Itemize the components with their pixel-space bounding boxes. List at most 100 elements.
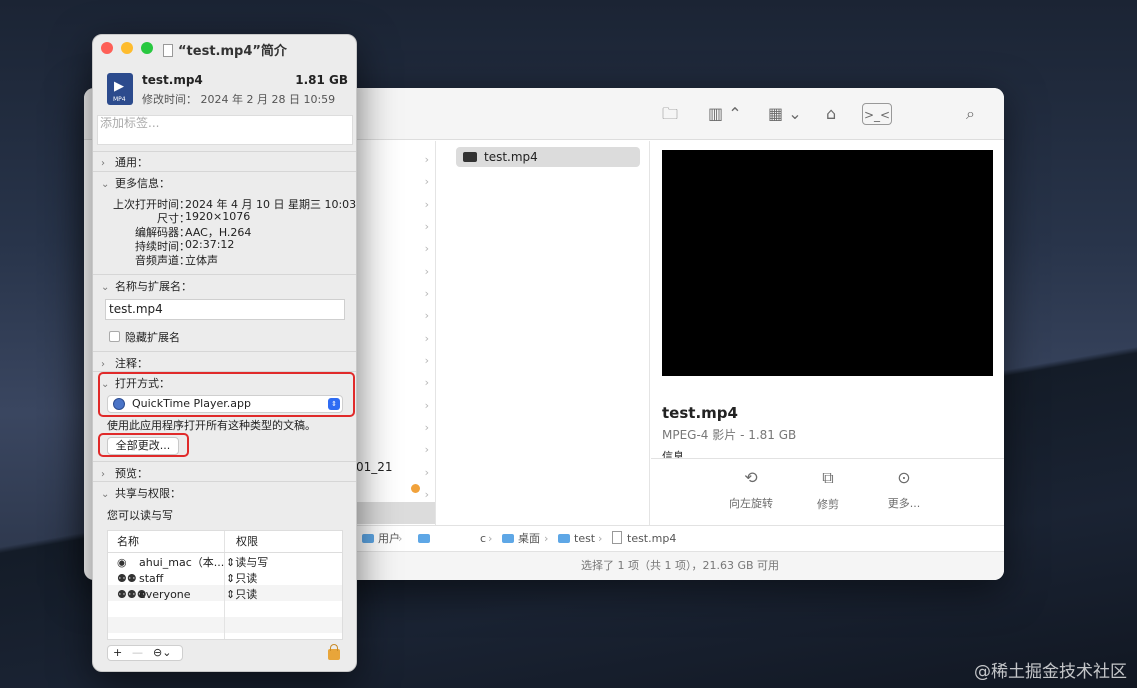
privilege-select[interactable]: ⇕只读 — [226, 571, 257, 587]
file-item-label: test.mp4 — [484, 150, 538, 164]
column-2: test.mp4 — [446, 141, 650, 525]
section-general[interactable]: › 通用： — [101, 154, 148, 170]
open-with-hint: 使用此应用程序打开所有这种类型的文稿。 — [107, 419, 316, 432]
folder-name-partial[interactable]: 01_21 — [356, 460, 393, 474]
title-bar: “test.mp4”简介 — [93, 35, 356, 61]
table-row[interactable]: ⚉⚉ staff ⇕只读 — [108, 571, 342, 587]
modified-date: 修改时间： 2024 年 2 月 28 日 10:59 — [142, 93, 336, 106]
trim-icon: ⧉ — [822, 468, 834, 487]
chevron-right-icon: › — [424, 376, 429, 389]
window-title: “test.mp4”简介 — [163, 40, 287, 59]
preview-file-meta: MPEG-4 影片 - 1.81 GB — [662, 428, 797, 442]
highlight-box — [98, 372, 355, 417]
chevron-right-icon: › — [101, 359, 105, 370]
section-preview[interactable]: › 预览： — [101, 465, 148, 481]
tag-icon[interactable]: ⌂ — [826, 103, 836, 125]
orange-tag-dot — [411, 484, 420, 493]
preview-info-heading: 信息 — [662, 450, 684, 458]
section-divider — [93, 151, 356, 152]
column-view-icon[interactable]: ▥ ⌃ — [708, 103, 742, 125]
checkbox-icon — [109, 331, 120, 342]
video-preview[interactable] — [662, 150, 993, 376]
chevron-down-icon: ⌄ — [101, 179, 110, 190]
action-menu-button[interactable]: ⊖⌄ — [153, 646, 171, 660]
section-divider — [93, 171, 356, 172]
video-file-icon — [463, 152, 477, 162]
chevron-right-icon: › — [101, 469, 105, 480]
privilege-select[interactable]: ⇕读与写 — [226, 555, 268, 571]
permissions-table: 名称 权限 ◉ ahui_mac（本... ⇕读与写 ⚉⚉ staff ⇕只读 … — [107, 530, 343, 640]
tags-input[interactable]: 添加标签... — [97, 115, 353, 145]
selected-folder-row[interactable] — [356, 502, 435, 524]
header-privilege: 权限 — [236, 535, 258, 548]
chevron-right-icon: › — [424, 198, 429, 211]
chevron-right-icon: › — [424, 309, 429, 322]
section-name-ext[interactable]: ⌄ 名称与扩展名： — [101, 278, 192, 294]
chevron-right-icon: › — [424, 332, 429, 345]
path-item-test[interactable]: test — [558, 526, 595, 551]
rotate-left-button[interactable]: ⟲ 向左旋转 — [716, 468, 786, 511]
chevron-right-icon: › — [424, 242, 429, 255]
section-divider — [93, 461, 356, 462]
chevron-right-icon: › — [424, 153, 429, 166]
chevron-right-icon: › — [424, 421, 429, 434]
path-item-users[interactable]: 用户 — [362, 526, 400, 551]
path-separator: › — [488, 532, 493, 545]
privilege-select[interactable]: ⇕只读 — [226, 587, 257, 603]
section-comments[interactable]: › 注释： — [101, 355, 148, 371]
group-view-icon[interactable]: ▦ ⌄ — [768, 103, 802, 125]
add-user-button[interactable]: + — [113, 646, 122, 660]
file-item-selected[interactable]: test.mp4 — [456, 147, 640, 167]
table-row[interactable]: ⚉⚉⚉ everyone ⇕只读 — [108, 587, 342, 603]
file-name: test.mp4 — [142, 73, 203, 87]
section-divider — [93, 481, 356, 482]
chevron-right-icon: › — [424, 220, 429, 233]
table-header: 名称 权限 — [108, 531, 342, 553]
terminal-icon[interactable]: >_< — [862, 103, 892, 125]
folder-icon — [502, 534, 514, 543]
permission-buttons: + — ⊖⌄ — [107, 645, 183, 661]
hide-extension-checkbox[interactable]: 隐藏扩展名 — [109, 329, 180, 345]
zoom-button[interactable] — [141, 42, 153, 54]
more-icon: ⊙ — [897, 468, 911, 487]
document-icon — [163, 44, 173, 57]
rotate-left-icon: ⟲ — [744, 468, 758, 487]
name-field[interactable]: test.mp4 — [105, 299, 345, 320]
folder-icon — [362, 534, 374, 543]
chevron-right-icon: › — [424, 287, 429, 300]
chevron-right-icon: › — [424, 354, 429, 367]
permission-summary: 您可以读与写 — [107, 509, 173, 522]
chevron-down-icon: ⌄ — [101, 282, 110, 293]
row-stripe — [108, 617, 342, 633]
path-bar: 用户 c 桌面 test test.mp4 › › › › — [356, 525, 1004, 551]
path-separator: › — [398, 532, 403, 545]
remove-user-button[interactable]: — — [132, 646, 143, 660]
table-row[interactable]: ◉ ahui_mac（本... ⇕读与写 — [108, 555, 342, 571]
section-sharing[interactable]: ⌄ 共享与权限： — [101, 485, 181, 501]
chevron-right-icon: › — [424, 488, 429, 501]
path-item-hidden[interactable] — [418, 526, 434, 551]
section-divider — [93, 351, 356, 352]
chevron-down-icon: ⌄ — [101, 489, 110, 500]
chevron-right-icon: › — [424, 175, 429, 188]
section-divider — [93, 274, 356, 275]
trim-button[interactable]: ⧉ 修剪 — [793, 468, 863, 512]
lock-icon[interactable] — [328, 644, 340, 660]
chevron-right-icon: › — [424, 443, 429, 456]
more-button[interactable]: ⊙ 更多... — [869, 468, 939, 511]
path-item-file[interactable]: test.mp4 — [612, 526, 676, 551]
close-button[interactable] — [101, 42, 113, 54]
chevron-right-icon: › — [101, 158, 105, 169]
file-size: 1.81 GB — [295, 73, 348, 87]
search-icon[interactable]: ⌕ — [966, 103, 975, 125]
more-label: 更多... — [887, 497, 921, 510]
get-info-window: “test.mp4”简介 MP4 test.mp4 1.81 GB 修改时间： … — [92, 34, 357, 672]
chevron-right-icon: › — [424, 466, 429, 479]
path-item-desktop[interactable]: 桌面 — [502, 526, 540, 551]
new-folder-icon[interactable]: 🗀 — [662, 103, 678, 125]
path-separator: › — [598, 532, 603, 545]
preview-file-name: test.mp4 — [662, 404, 738, 422]
minimize-button[interactable] — [121, 42, 133, 54]
section-more-info[interactable]: ⌄ 更多信息： — [101, 175, 170, 191]
single-user-icon: ◉ — [117, 556, 127, 569]
